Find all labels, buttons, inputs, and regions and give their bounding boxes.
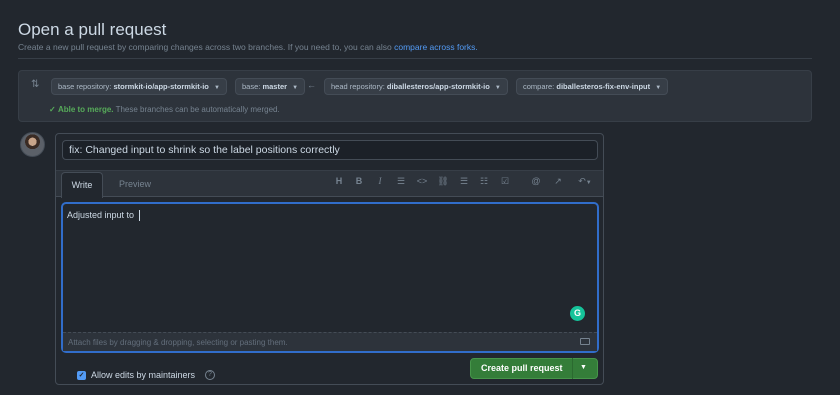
compare-label: compare: <box>523 82 555 91</box>
tab-preview[interactable]: Preview <box>112 172 158 196</box>
merge-status: ✓ Able to merge. These branches can be a… <box>49 105 280 114</box>
page-subtitle: Create a new pull request by comparing c… <box>18 42 478 52</box>
chevron-down-icon[interactable]: ▼ <box>580 364 587 371</box>
chevron-down-icon: ▼ <box>655 85 662 91</box>
chevron-down-icon: ▼ <box>292 85 299 91</box>
head-repository-select[interactable]: head repository: diballesteros/app-storm… <box>324 78 508 95</box>
page-title: Open a pull request <box>18 20 167 39</box>
ordered-list-icon[interactable]: ☷ <box>477 175 491 187</box>
base-value: master <box>262 82 288 91</box>
tab-write[interactable]: Write <box>61 172 103 198</box>
avatar[interactable] <box>20 132 45 157</box>
base-label: base: <box>242 82 261 91</box>
head-repo-value: diballesteros/app-stormkit-io <box>386 82 490 91</box>
compare-icon: ⇅ <box>31 79 40 90</box>
compare-value: diballesteros-fix-env-input <box>556 82 651 91</box>
chevron-down-icon: ▼ <box>494 85 501 91</box>
base-repo-value: stormkit-io/app-stormkit-io <box>113 82 209 91</box>
attach-files-bar[interactable]: Attach files by dragging & dropping, sel… <box>63 332 597 351</box>
grammarly-icon[interactable]: G <box>570 306 585 321</box>
button-divider <box>572 358 573 379</box>
pr-title-input[interactable]: fix: Changed input to shrink so the labe… <box>62 140 598 160</box>
undo-icon: ↶ <box>578 176 586 186</box>
unordered-list-icon[interactable]: ☰ <box>457 175 471 187</box>
arrow-left-icon: ← <box>307 80 316 90</box>
compare-range-box: ⇅ base repository: stormkit-io/app-storm… <box>18 70 812 122</box>
divider <box>18 58 812 59</box>
reference-icon[interactable]: ↗ <box>551 175 565 187</box>
compare-forks-link[interactable]: compare across forks. <box>394 42 478 52</box>
help-icon[interactable]: ? <box>205 370 215 380</box>
pr-body-textarea[interactable] <box>61 202 599 353</box>
merge-status-detail: These branches can be automatically merg… <box>115 105 280 114</box>
text-cursor <box>138 210 140 222</box>
base-repository-select[interactable]: base repository: stormkit-io/app-stormki… <box>51 78 227 95</box>
compare-branch-select[interactable]: compare: diballesteros-fix-env-input ▼ <box>516 78 669 95</box>
subtitle-text: Create a new pull request by comparing c… <box>18 42 392 52</box>
pr-body-text: Adjusted input to <box>67 210 140 222</box>
bold-icon[interactable]: B <box>352 175 366 187</box>
base-branch-select[interactable]: base: master ▼ <box>235 78 306 95</box>
pr-body-value: Adjusted input to <box>67 210 137 220</box>
link-icon[interactable]: ⛓ <box>436 175 450 187</box>
check-icon: ✓ <box>49 105 56 114</box>
markdown-icon[interactable] <box>580 338 590 345</box>
create-pull-request-label: Create pull request <box>481 363 563 373</box>
code-icon[interactable]: <> <box>415 175 429 187</box>
heading-icon[interactable]: H <box>332 175 346 187</box>
task-list-icon[interactable]: ☑ <box>498 175 512 187</box>
quote-icon[interactable]: ☰ <box>394 175 408 187</box>
mention-icon[interactable]: @ <box>529 175 543 187</box>
allow-edits-checkbox[interactable]: ✓ <box>77 371 86 380</box>
undo-dropdown-icon[interactable]: ↶▼ <box>575 175 595 189</box>
base-repo-label: base repository: <box>58 82 112 91</box>
chevron-down-icon: ▼ <box>585 180 592 186</box>
italic-icon[interactable]: I <box>373 175 387 187</box>
head-repo-label: head repository: <box>331 82 385 91</box>
chevron-down-icon: ▼ <box>213 85 220 91</box>
allow-edits-label: Allow edits by maintainers <box>91 370 196 380</box>
merge-status-label: Able to merge. <box>57 105 114 114</box>
